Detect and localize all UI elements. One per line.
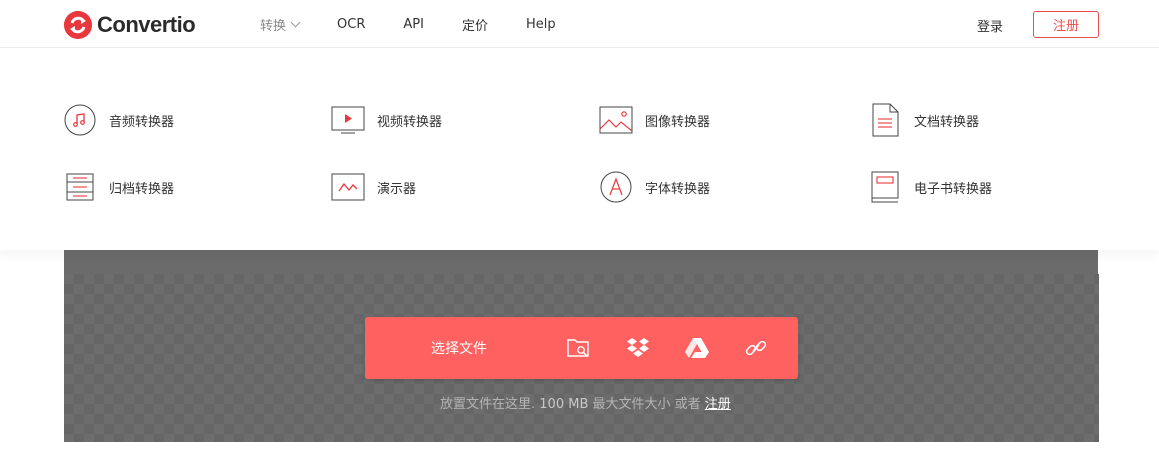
dropdown-item-label: 音频转换器	[109, 114, 175, 130]
hint-max-size: 100 MB	[539, 397, 589, 412]
converter-dropdown: 音频转换器 视频转换器 图像转换器 文档转换器 归档转换器 演示器 字体转换器 …	[0, 48, 1159, 250]
image-icon	[599, 103, 633, 137]
nav-api[interactable]: API	[403, 17, 424, 32]
video-play-icon	[331, 103, 365, 137]
drop-hint: 放置文件在这里. 100 MB 最大文件大小 或者 注册	[440, 393, 731, 412]
nav-convert[interactable]: 转换	[260, 15, 301, 34]
page: Convertio 转换 OCR API 定价 Help 登录 注册 音频转换器	[0, 0, 1159, 452]
music-note-icon	[63, 103, 97, 137]
folder-search-icon[interactable]	[565, 334, 593, 362]
upload-bar: 选择文件	[365, 317, 798, 379]
login-link[interactable]: 登录	[977, 16, 1003, 35]
dropdown-item-label: 归档转换器	[109, 181, 175, 197]
font-icon	[599, 170, 633, 204]
nav-help[interactable]: Help	[526, 17, 556, 32]
dropdown-item-image[interactable]: 图像转换器	[599, 103, 710, 137]
dropdown-item-label: 文档转换器	[914, 114, 980, 130]
dropdown-item-label: 电子书转换器	[914, 181, 993, 197]
dropdown-item-label: 字体转换器	[645, 181, 711, 197]
link-icon[interactable]	[742, 334, 770, 362]
upload-area-top-strip	[64, 250, 1098, 274]
google-drive-icon[interactable]	[683, 334, 711, 362]
nav-ocr[interactable]: OCR	[337, 17, 365, 32]
presentation-icon	[331, 170, 365, 204]
hint-register-link[interactable]: 注册	[705, 397, 731, 412]
nav-api-label: API	[403, 16, 424, 32]
dropdown-item-label: 演示器	[377, 181, 417, 197]
dropdown-item-presentation[interactable]: 演示器	[331, 170, 416, 204]
nav-convert-label: 转换	[260, 18, 287, 34]
main-nav: 转换 OCR API 定价 Help	[260, 0, 594, 48]
choose-file-button[interactable]: 选择文件	[431, 338, 487, 358]
dropdown-item-audio[interactable]: 音频转换器	[63, 103, 174, 137]
dropdown-item-video[interactable]: 视频转换器	[331, 103, 442, 137]
dropdown-item-ebook[interactable]: 电子书转换器	[868, 170, 992, 204]
document-icon	[868, 103, 902, 137]
nav-pricing[interactable]: 定价	[462, 15, 488, 34]
nav-ocr-label: OCR	[337, 16, 366, 32]
dropdown-item-label: 图像转换器	[645, 114, 711, 130]
ebook-icon	[868, 170, 902, 204]
register-button[interactable]: 注册	[1033, 11, 1099, 38]
hint-prefix: 放置文件在这里.	[440, 397, 536, 412]
dropdown-item-archive[interactable]: 归档转换器	[63, 170, 174, 204]
convertio-logo-icon	[64, 11, 92, 39]
dropdown-item-label: 视频转换器	[377, 114, 443, 130]
logo-text: Convertio	[97, 12, 196, 37]
logo[interactable]: Convertio	[64, 10, 196, 40]
dropdown-item-font[interactable]: 字体转换器	[599, 170, 710, 204]
dropbox-icon[interactable]	[624, 334, 652, 362]
nav-pricing-label: 定价	[461, 18, 488, 34]
dropdown-item-document[interactable]: 文档转换器	[868, 103, 979, 137]
chevron-down-icon	[290, 17, 301, 27]
hint-middle: 最大文件大小 或者	[592, 397, 701, 412]
nav-help-label: Help	[525, 16, 556, 32]
archive-icon	[63, 170, 97, 204]
top-header: Convertio 转换 OCR API 定价 Help 登录 注册	[0, 0, 1159, 48]
